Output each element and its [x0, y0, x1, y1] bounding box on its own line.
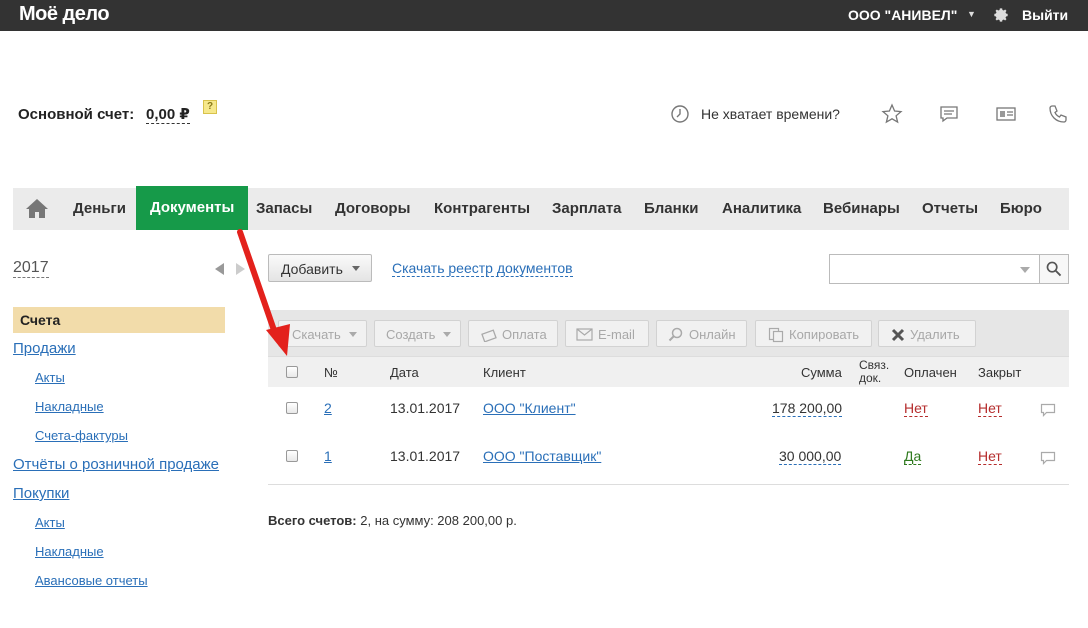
comment-icon[interactable] — [1040, 451, 1056, 465]
sidebar-item-purchase-acts[interactable]: Акты — [35, 515, 65, 530]
column-linked-docs: Связ. док. — [859, 359, 889, 385]
paid-status[interactable]: Нет — [904, 400, 928, 417]
payment-button-label: Оплата — [502, 327, 547, 343]
search-input[interactable] — [829, 254, 1040, 284]
copy-icon — [768, 327, 784, 342]
delete-button-label: Удалить — [910, 327, 960, 343]
copy-button[interactable]: Копировать — [755, 320, 872, 347]
gear-icon[interactable] — [992, 6, 1010, 24]
nav-item-stock[interactable]: Запасы — [256, 188, 312, 230]
row-checkbox[interactable] — [286, 402, 298, 414]
invoice-sum[interactable]: 178 200,00 — [772, 400, 843, 417]
close-icon — [891, 328, 905, 341]
column-linked-docs-line1: Связ. — [859, 358, 890, 372]
column-paid[interactable]: Оплачен — [904, 365, 957, 380]
closed-status[interactable]: Нет — [978, 400, 1002, 417]
star-icon[interactable] — [881, 103, 903, 125]
clock-icon[interactable] — [670, 104, 690, 124]
chevron-down-icon — [443, 332, 452, 338]
column-number[interactable]: № — [324, 365, 338, 380]
invoice-number-link[interactable]: 2 — [324, 400, 332, 416]
nav-item-bureau[interactable]: Бюро — [1000, 188, 1042, 230]
next-year-icon[interactable] — [236, 263, 245, 275]
sidebar-item-purchase-waybills[interactable]: Накладные — [35, 544, 104, 559]
row-checkbox[interactable] — [286, 450, 298, 462]
paid-status[interactable]: Да — [904, 448, 922, 465]
action-bar: Скачать Создать Оплата E-mail Онлайн Коп… — [268, 310, 1069, 356]
sidebar-item-advance-reports[interactable]: Авансовые отчеты — [35, 573, 148, 588]
sidebar-item-sales[interactable]: Продажи — [13, 340, 76, 357]
nav-item-webinars[interactable]: Вебинары — [823, 188, 900, 230]
email-button[interactable]: E-mail — [565, 320, 649, 347]
online-button-label: Онлайн — [689, 327, 736, 343]
nav-item-documents[interactable]: Документы — [136, 186, 249, 230]
search-dropdown-icon[interactable] — [1020, 267, 1030, 273]
online-button[interactable]: Онлайн — [656, 320, 747, 347]
sidebar-item-sales-waybills[interactable]: Накладные — [35, 399, 104, 414]
envelope-icon — [576, 328, 593, 341]
column-sum[interactable]: Сумма — [801, 365, 842, 380]
table-header: № Дата Клиент Сумма Связ. док. Оплачен З… — [268, 356, 1069, 387]
create-button-label: Создать — [386, 327, 436, 343]
chevron-down-icon[interactable] — [352, 266, 360, 271]
summary-text: 2, на сумму: 208 200,00 р. — [360, 513, 517, 528]
closed-status[interactable]: Нет — [978, 448, 1002, 465]
top-bar: Моё дело ООО "АНИВЕЛ" ▼ Выйти — [0, 0, 1088, 31]
create-button[interactable]: Создать — [374, 320, 461, 347]
time-help-link[interactable]: Не хватает времени? — [701, 106, 840, 122]
nav-item-analytics[interactable]: Аналитика — [722, 188, 801, 230]
contact-card-icon[interactable] — [995, 103, 1017, 125]
column-closed[interactable]: Закрыт — [978, 365, 1021, 380]
main-nav: Деньги Документы Запасы Договоры Контраг… — [13, 186, 1069, 230]
payment-icon — [481, 328, 497, 342]
nav-item-contractors[interactable]: Контрагенты — [434, 188, 530, 230]
magnifier-icon — [668, 327, 683, 341]
summary-label: Всего счетов: — [268, 513, 357, 528]
comment-icon[interactable] — [1040, 403, 1056, 417]
company-selector[interactable]: ООО "АНИВЕЛ" — [848, 7, 957, 23]
nav-item-money[interactable]: Деньги — [73, 188, 126, 230]
invoice-date: 13.01.2017 — [390, 448, 461, 464]
download-registry-link[interactable]: Скачать реестр документов — [392, 260, 573, 277]
sidebar-item-retail-reports[interactable]: Отчёты о розничной продаже — [13, 456, 219, 473]
copy-button-label: Копировать — [789, 327, 859, 343]
client-link[interactable]: ООО "Поставщик" — [483, 448, 601, 464]
nav-item-reports[interactable]: Отчеты — [922, 188, 978, 230]
chat-icon[interactable] — [938, 103, 960, 125]
client-link[interactable]: ООО "Клиент" — [483, 400, 576, 416]
phone-icon[interactable] — [1047, 103, 1069, 125]
invoice-number-link[interactable]: 1 — [324, 448, 332, 464]
nav-item-contracts[interactable]: Договоры — [335, 188, 410, 230]
year-selector[interactable]: 2017 — [13, 259, 49, 278]
chevron-down-icon — [348, 332, 357, 338]
invoices-summary: Всего счетов: 2, на сумму: 208 200,00 р. — [268, 513, 517, 528]
column-linked-docs-line2: док. — [859, 371, 882, 385]
search-icon[interactable] — [1039, 254, 1069, 284]
download-button-label: Скачать — [292, 327, 341, 343]
email-button-label: E-mail — [598, 327, 635, 343]
sidebar-item-invoices[interactable]: Счета — [13, 307, 225, 333]
select-all-checkbox[interactable] — [286, 366, 298, 378]
column-date[interactable]: Дата — [390, 365, 419, 380]
sidebar-item-sales-acts[interactable]: Акты — [35, 370, 65, 385]
table-divider — [268, 484, 1069, 485]
sidebar-item-sales-invoices[interactable]: Счета-фактуры — [35, 428, 128, 443]
home-icon[interactable] — [25, 197, 49, 219]
logout-link[interactable]: Выйти — [1022, 7, 1068, 23]
invoice-date: 13.01.2017 — [390, 400, 461, 416]
payment-button[interactable]: Оплата — [468, 320, 558, 347]
delete-button[interactable]: Удалить — [878, 320, 976, 347]
nav-item-salary[interactable]: Зарплата — [552, 188, 622, 230]
account-label: Основной счет: — [18, 106, 135, 123]
invoice-sum[interactable]: 30 000,00 — [779, 448, 842, 465]
account-balance[interactable]: 0,00 ₽ — [146, 106, 190, 124]
chevron-down-icon[interactable]: ▼ — [967, 9, 976, 19]
sidebar-item-purchases[interactable]: Покупки — [13, 485, 69, 502]
app-logo[interactable]: Моё дело — [19, 3, 110, 26]
prev-year-icon[interactable] — [215, 263, 224, 275]
nav-item-forms[interactable]: Бланки — [644, 188, 698, 230]
column-client[interactable]: Клиент — [483, 365, 526, 380]
help-icon[interactable]: ? — [203, 100, 217, 114]
download-button[interactable]: Скачать — [278, 320, 367, 347]
